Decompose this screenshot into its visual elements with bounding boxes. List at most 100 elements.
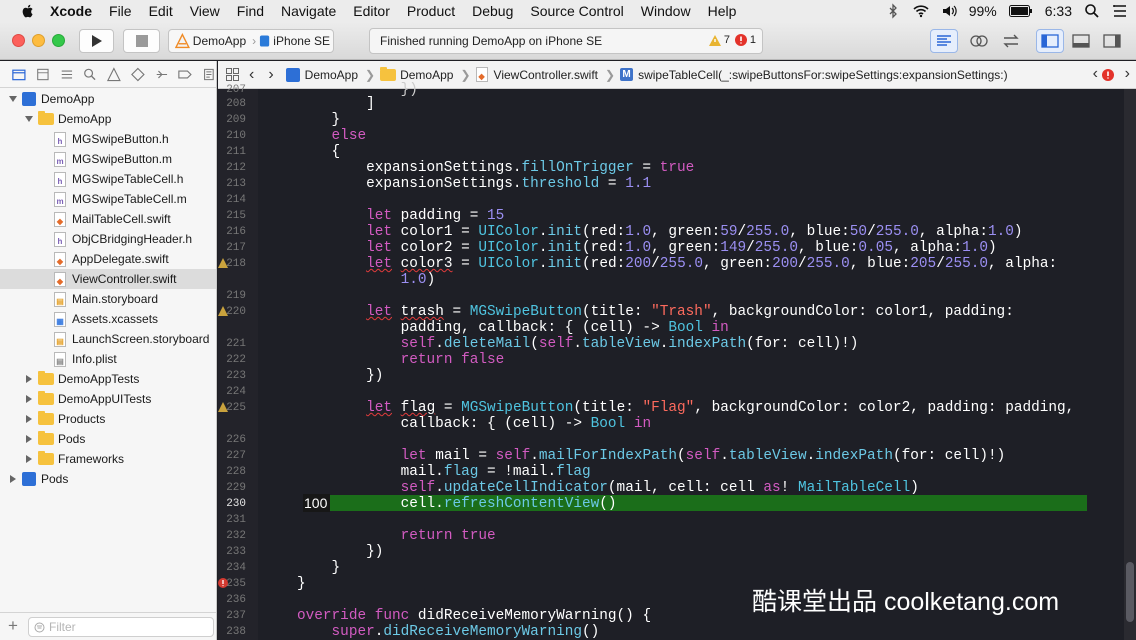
tree-item[interactable]: ▤ Main.storyboard: [0, 289, 216, 309]
disclosure-closed-icon[interactable]: [24, 414, 34, 424]
editor-scrollbar[interactable]: [1124, 89, 1136, 640]
tree-item[interactable]: Frameworks: [0, 449, 216, 469]
menu-edit[interactable]: Edit: [149, 3, 173, 19]
error-count: 1: [749, 34, 756, 46]
code-line-221: self.deleteMail(self.tableView.indexPath…: [400, 336, 859, 352]
clock[interactable]: 6:33: [1045, 3, 1072, 19]
scrollbar-thumb[interactable]: [1126, 562, 1134, 622]
tree-item[interactable]: ◆ AppDelegate.swift: [0, 249, 216, 269]
issue-navigator-icon[interactable]: [107, 66, 121, 82]
add-icon[interactable]: +: [8, 616, 18, 636]
forward-arrow-icon[interactable]: ›: [268, 66, 273, 84]
standard-editor-button[interactable]: [930, 29, 958, 53]
find-navigator-icon[interactable]: [83, 67, 97, 82]
window-minimize-button[interactable]: [32, 34, 45, 47]
breadcrumb-folder[interactable]: DemoApp: [380, 66, 453, 82]
warnings-indicator[interactable]: 7: [708, 34, 730, 46]
bluetooth-icon[interactable]: [885, 3, 901, 19]
tree-item-label: Pods: [58, 432, 86, 446]
disclosure-closed-icon[interactable]: [24, 454, 34, 464]
source-control-icon[interactable]: [36, 67, 50, 82]
menu-app-name[interactable]: Xcode: [50, 3, 92, 19]
disclosure-open-icon[interactable]: [24, 114, 34, 124]
filter-field[interactable]: Filter: [28, 617, 214, 637]
disclosure-closed-icon[interactable]: [8, 474, 18, 484]
menu-find[interactable]: Find: [237, 3, 264, 19]
tree-item[interactable]: Products: [0, 409, 216, 429]
warning-marker-icon[interactable]: [218, 402, 228, 412]
code-line-212: expansionSettings.fillOnTrigger = true: [297, 160, 695, 176]
back-arrow-icon[interactable]: ‹: [249, 66, 254, 84]
menu-view[interactable]: View: [190, 3, 220, 19]
line-number: 208: [226, 98, 246, 110]
window-zoom-button[interactable]: [52, 34, 65, 47]
tree-item[interactable]: DemoAppTests: [0, 369, 216, 389]
tree-item[interactable]: DemoAppUITests: [0, 389, 216, 409]
stop-button[interactable]: [123, 29, 160, 53]
notification-center-icon[interactable]: [1112, 3, 1128, 19]
breadcrumb-separator: ❯: [460, 67, 471, 82]
folder-icon: [38, 411, 54, 425]
breadcrumb-method[interactable]: M swipeTableCell(_:swipeButtonsFor:swipe…: [620, 68, 1008, 82]
symbol-navigator-icon[interactable]: [60, 67, 74, 82]
tree-item[interactable]: ▦ Assets.xcassets: [0, 309, 216, 329]
menu-product[interactable]: Product: [407, 3, 455, 19]
assistant-editor-button[interactable]: [965, 29, 993, 53]
menu-debug[interactable]: Debug: [472, 3, 513, 19]
apple-icon[interactable]: [20, 3, 36, 19]
disclosure-closed-icon[interactable]: [24, 394, 34, 404]
menu-navigate[interactable]: Navigate: [281, 3, 336, 19]
breadcrumb-file[interactable]: ◆ ViewController.swift: [475, 67, 598, 82]
menu-source-control[interactable]: Source Control: [530, 3, 623, 19]
menu-editor[interactable]: Editor: [353, 3, 390, 19]
warning-marker-icon[interactable]: [218, 306, 228, 316]
tree-item[interactable]: ▤ Info.plist: [0, 349, 216, 369]
menu-window[interactable]: Window: [641, 3, 691, 19]
tree-item[interactable]: h MGSwipeTableCell.h: [0, 169, 216, 189]
tree-item[interactable]: DemoApp: [0, 109, 216, 129]
error-marker-icon[interactable]: [218, 578, 228, 588]
breadcrumb-project[interactable]: DemoApp: [285, 67, 358, 82]
tree-item[interactable]: ▤ LaunchScreen.storyboard: [0, 329, 216, 349]
tree-item[interactable]: Pods: [0, 469, 216, 489]
toggle-utilities-button[interactable]: [1098, 29, 1126, 53]
scheme-selector[interactable]: DemoApp › iPhone SE: [168, 29, 334, 53]
run-button[interactable]: [79, 29, 114, 53]
disclosure-open-icon[interactable]: [8, 94, 18, 104]
issue-error-icon[interactable]: [1102, 69, 1114, 81]
line-number: 233: [226, 546, 246, 558]
related-items-icon[interactable]: [226, 68, 239, 81]
code-line-209: }: [297, 112, 341, 128]
previous-issue-icon[interactable]: ‹: [1093, 65, 1098, 83]
breakpoint-navigator-icon[interactable]: [178, 67, 193, 82]
tree-item[interactable]: m MGSwipeTableCell.m: [0, 189, 216, 209]
tree-item[interactable]: ◆ ViewController.swift: [0, 269, 216, 289]
volume-icon[interactable]: [941, 3, 957, 19]
report-navigator-icon[interactable]: [202, 67, 216, 82]
tree-item[interactable]: DemoApp: [0, 89, 216, 109]
test-navigator-icon[interactable]: [130, 67, 145, 82]
menu-file[interactable]: File: [109, 3, 132, 19]
battery-icon[interactable]: [1008, 5, 1033, 17]
menu-help[interactable]: Help: [708, 3, 737, 19]
tree-item[interactable]: h MGSwipeButton.h: [0, 129, 216, 149]
next-issue-icon[interactable]: ›: [1125, 65, 1130, 83]
line-number: 219: [226, 290, 246, 302]
tree-item[interactable]: ◆ MailTableCell.swift: [0, 209, 216, 229]
disclosure-closed-icon[interactable]: [24, 434, 34, 444]
wifi-icon[interactable]: [913, 3, 929, 19]
spotlight-search-icon[interactable]: [1084, 3, 1100, 19]
folder-navigator-icon[interactable]: [12, 67, 26, 82]
errors-indicator[interactable]: 1: [734, 34, 756, 46]
warning-marker-icon[interactable]: [218, 258, 228, 268]
window-close-button[interactable]: [12, 34, 25, 47]
tree-item[interactable]: Pods: [0, 429, 216, 449]
tree-item[interactable]: m MGSwipeButton.m: [0, 149, 216, 169]
tree-item[interactable]: h ObjCBridgingHeader.h: [0, 229, 216, 249]
toggle-navigator-button[interactable]: [1036, 29, 1064, 53]
disclosure-closed-icon[interactable]: [24, 374, 34, 384]
tree-item-label: AppDelegate.swift: [72, 252, 169, 266]
toggle-debug-area-button[interactable]: [1067, 29, 1095, 53]
version-editor-button[interactable]: [997, 29, 1025, 53]
debug-navigator-icon[interactable]: [155, 67, 169, 82]
